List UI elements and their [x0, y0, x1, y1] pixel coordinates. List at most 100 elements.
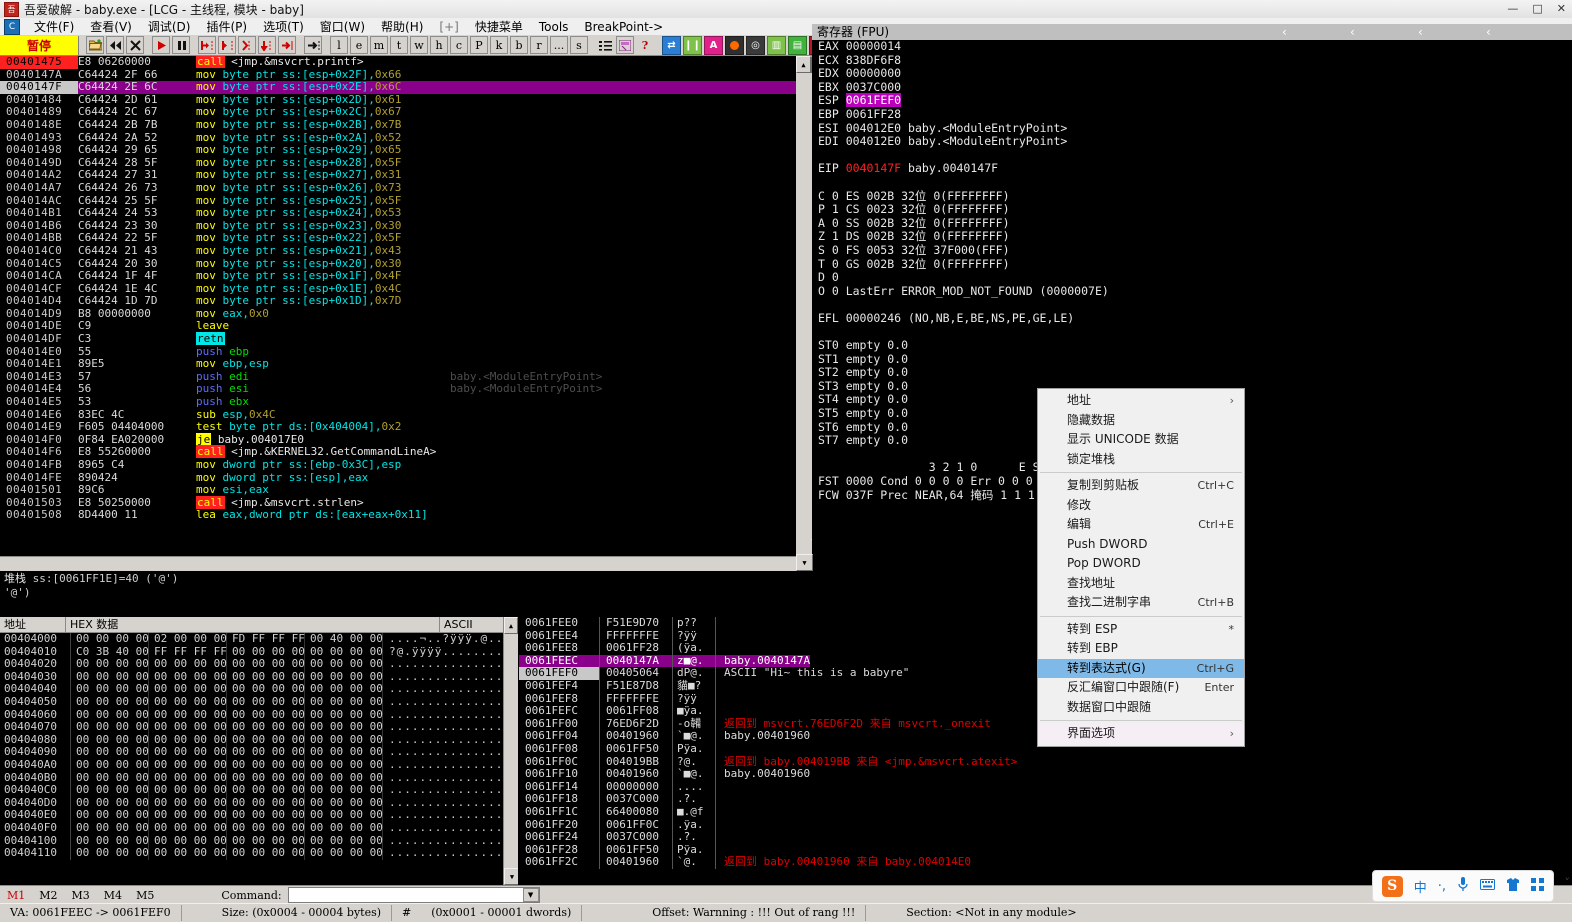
disasm-row[interactable]: 0040150189C6mov esi,eax	[0, 484, 812, 497]
plugin-pause-icon[interactable]: ❙❙	[683, 36, 702, 55]
plugin-ascii-icon[interactable]: A	[704, 36, 723, 55]
reg-scroll-down-icon[interactable]: ▼	[796, 554, 813, 571]
toolbar-letter-k[interactable]: k	[490, 36, 508, 54]
context-menu-item[interactable]: 转到 ESP*	[1038, 620, 1244, 640]
context-menu-item[interactable]: Pop DWORD	[1038, 554, 1244, 574]
flag-entry[interactable]: Z 1 DS 002B 32位 0(FFFFFFFF)	[818, 229, 1010, 243]
toolbar-letter-w[interactable]: w	[410, 36, 428, 54]
flag-entry[interactable]: T 0 GS 002B 32位 0(FFFFFFFF)	[818, 257, 1010, 271]
list-options-icon[interactable]	[596, 36, 614, 54]
dump-row[interactable]: 004040C000 00 00 0000 00 00 0000 00 00 0…	[0, 784, 518, 797]
flag-row-a[interactable]: A 0 SS 002B 32位 0(FFFFFFFF)	[812, 217, 1572, 231]
fpu-row-st2[interactable]: ST2 empty 0.0	[812, 366, 1572, 380]
step-into-icon[interactable]	[198, 36, 216, 54]
disasm-row[interactable]: 004014FB8965 C4mov dword ptr ss:[ebp-0x3…	[0, 459, 812, 472]
disasm-row[interactable]: 0040148EC64424 2B 7Bmov byte ptr ss:[esp…	[0, 119, 812, 132]
flag-row-z[interactable]: Z 1 DS 002B 32位 0(FFFFFFFF)	[812, 230, 1572, 244]
disasm-row[interactable]: 004014DFC3retn	[0, 333, 812, 346]
context-menu-item[interactable]: 界面选项›	[1038, 724, 1244, 744]
disasm-row[interactable]: 00401498C64424 29 65mov byte ptr ss:[esp…	[0, 144, 812, 157]
step-over-icon[interactable]	[218, 36, 236, 54]
register-value[interactable]: 0037C000	[846, 80, 901, 94]
register-value[interactable]: 0061FF28	[846, 107, 901, 121]
dump-scroll-up-icon[interactable]: ▲	[504, 617, 518, 634]
flag-row-c[interactable]: C 0 ES 002B 32位 0(FFFFFFFF)	[812, 190, 1572, 204]
context-menu-item[interactable]: Push DWORD	[1038, 535, 1244, 555]
flag-row-p[interactable]: P 1 CS 0023 32位 0(FFFFFFFF)	[812, 203, 1572, 217]
toolbar-letter-m[interactable]: m	[370, 36, 388, 54]
menu-quickmenu[interactable]: 快捷菜单	[467, 17, 531, 36]
ime-chinese-mode-icon[interactable]: 中	[1414, 877, 1427, 896]
disasm-row[interactable]: 004014C0C64424 21 43mov byte ptr ss:[esp…	[0, 245, 812, 258]
open-file-icon[interactable]	[86, 36, 104, 54]
close-button[interactable]: ✕	[1557, 0, 1566, 18]
menu-plugins[interactable]: 插件(P)	[198, 17, 255, 36]
flag-row-t[interactable]: T 0 GS 002B 32位 0(FFFFFFFF)	[812, 258, 1572, 272]
context-menu-item[interactable]: 反汇编窗口中跟随(F)Enter	[1038, 678, 1244, 698]
flag-entry[interactable]: D 0	[818, 270, 839, 284]
toolbar-letter-p[interactable]: P	[470, 36, 488, 54]
disasm-row[interactable]: 004014E456push esibaby.<ModuleEntryPoint…	[0, 383, 812, 396]
disasm-row[interactable]: 004014FE890424mov dword ptr ss:[esp],eax	[0, 472, 812, 485]
execute-till-cursor-icon[interactable]	[278, 36, 296, 54]
stack-row[interactable]: 0061FF240037C000.?.	[519, 831, 1572, 844]
disassembly-pane[interactable]: 00401475E8 06260000call <jmp.&msvcrt.pri…	[0, 56, 812, 571]
animate-over-icon[interactable]	[258, 36, 276, 54]
context-menu-item[interactable]: 数据窗口中跟随	[1038, 698, 1244, 718]
command-dropdown-icon[interactable]: ▼	[523, 888, 539, 902]
registers-vscrollbar[interactable]: ▲ ▼	[796, 56, 811, 571]
register-row[interactable]	[812, 325, 1572, 339]
register-row-edx[interactable]: EDX 00000000	[812, 67, 1572, 81]
apps-grid-icon[interactable]	[1531, 878, 1544, 895]
register-row[interactable]	[812, 298, 1572, 312]
dump-row[interactable]: 0040407000 00 00 0000 00 00 0000 00 00 0…	[0, 721, 518, 734]
close-process-icon[interactable]	[126, 36, 144, 54]
execute-till-return-icon[interactable]	[238, 36, 256, 54]
skin-shirt-icon[interactable]	[1506, 878, 1520, 895]
disasm-row[interactable]: 004014E189E5mov ebp,esp	[0, 358, 812, 371]
disasm-row[interactable]: 004014E553push ebx	[0, 396, 812, 409]
tab-select-icon[interactable]	[616, 36, 634, 54]
flag-entry[interactable]: P 1 CS 0023 32位 0(FFFFFFFF)	[818, 202, 1010, 216]
register-row-efl[interactable]: EFL 00000246 (NO,NB,E,BE,NS,PE,GE,LE)	[812, 312, 1572, 326]
menu-view[interactable]: 查看(V)	[82, 17, 140, 36]
flag-row-o[interactable]: O 0 LastErr ERROR_MOD_NOT_FOUND (0000007…	[812, 285, 1572, 299]
marker-m5[interactable]: M5	[129, 889, 161, 902]
flag-row-d[interactable]: D 0	[812, 271, 1572, 285]
dump-row[interactable]: 0040411000 00 00 0000 00 00 0000 00 00 0…	[0, 847, 518, 860]
plugin-memory-icon[interactable]: ▥	[767, 36, 786, 55]
register-row-esp[interactable]: ESP 0061FEF0	[812, 94, 1572, 108]
pause-icon[interactable]	[172, 36, 190, 54]
context-menu-item[interactable]: 隐藏数据	[1038, 411, 1244, 431]
fpu-row-st1[interactable]: ST1 empty 0.0	[812, 353, 1572, 367]
toolbar-letter-c[interactable]: c	[450, 36, 468, 54]
disasm-row[interactable]: 004014DEC9leave	[0, 320, 812, 333]
register-value[interactable]: 004012E0	[846, 121, 901, 135]
toolbar-letter-t[interactable]: t	[390, 36, 408, 54]
fpu-register[interactable]: ST4 empty 0.0	[818, 392, 908, 406]
plugin-record-icon[interactable]	[725, 36, 744, 55]
fpu-register[interactable]: ST1 empty 0.0	[818, 352, 908, 366]
register-value[interactable]: 00000014	[846, 39, 901, 53]
context-menu-item[interactable]: 查找地址	[1038, 574, 1244, 594]
reg-chevron-2-icon[interactable]: ‹	[1350, 24, 1355, 40]
trace-into-icon[interactable]	[304, 36, 322, 54]
register-row-eip[interactable]: EIP 0040147F baby.0040147F	[812, 162, 1572, 176]
ime-punctuation-icon[interactable]: ·,	[1438, 879, 1446, 894]
toolbar-letter-h[interactable]: h	[430, 36, 448, 54]
disasm-row[interactable]: 00401475E8 06260000call <jmp.&msvcrt.pri…	[0, 56, 812, 69]
register-row[interactable]	[812, 149, 1572, 163]
disasm-row[interactable]: 004014D9B8 00000000mov eax,0x0	[0, 308, 812, 321]
register-value[interactable]: 00000000	[846, 66, 901, 80]
context-menu-item[interactable]: 转到 EBP	[1038, 639, 1244, 659]
dump-row[interactable]: 0040405000 00 00 0000 00 00 0000 00 00 0…	[0, 696, 518, 709]
minimize-button[interactable]: —	[1507, 0, 1518, 18]
register-row-eax[interactable]: EAX 00000014	[812, 40, 1572, 54]
disasm-row[interactable]: 004014A7C64424 26 73mov byte ptr ss:[esp…	[0, 182, 812, 195]
dump-vscrollbar[interactable]: ▲ ▼	[503, 617, 518, 885]
register-row-esi[interactable]: ESI 004012E0 baby.<ModuleEntryPoint>	[812, 122, 1572, 136]
toolbar-letter-b[interactable]: b	[510, 36, 528, 54]
memory-dump-pane[interactable]: 地址 HEX 数据 ASCII 0040400000 00 00 0002 00…	[0, 617, 518, 885]
flag-row-s[interactable]: S 0 FS 0053 32位 37F000(FFF)	[812, 244, 1572, 258]
context-menu-item[interactable]: 锁定堆栈	[1038, 450, 1244, 470]
